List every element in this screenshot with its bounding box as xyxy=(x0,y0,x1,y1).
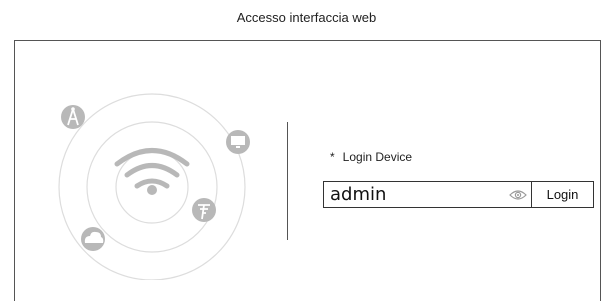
required-marker: * xyxy=(330,150,335,164)
login-label-text: Login Device xyxy=(342,150,413,164)
monitor-icon xyxy=(226,130,250,154)
login-device-label: * Login Device xyxy=(330,150,412,164)
signal-tower-icon xyxy=(192,198,216,222)
antenna-icon xyxy=(61,105,85,129)
cloud-icon xyxy=(81,227,105,251)
eye-icon[interactable] xyxy=(505,182,531,207)
network-illustration xyxy=(58,93,250,280)
login-button[interactable]: Login xyxy=(531,182,593,207)
vertical-divider xyxy=(287,122,288,240)
page-title: Accesso interfaccia web xyxy=(236,10,377,25)
login-form: Login xyxy=(323,181,594,208)
device-password-input[interactable] xyxy=(324,182,505,207)
wifi-icon xyxy=(114,148,190,195)
